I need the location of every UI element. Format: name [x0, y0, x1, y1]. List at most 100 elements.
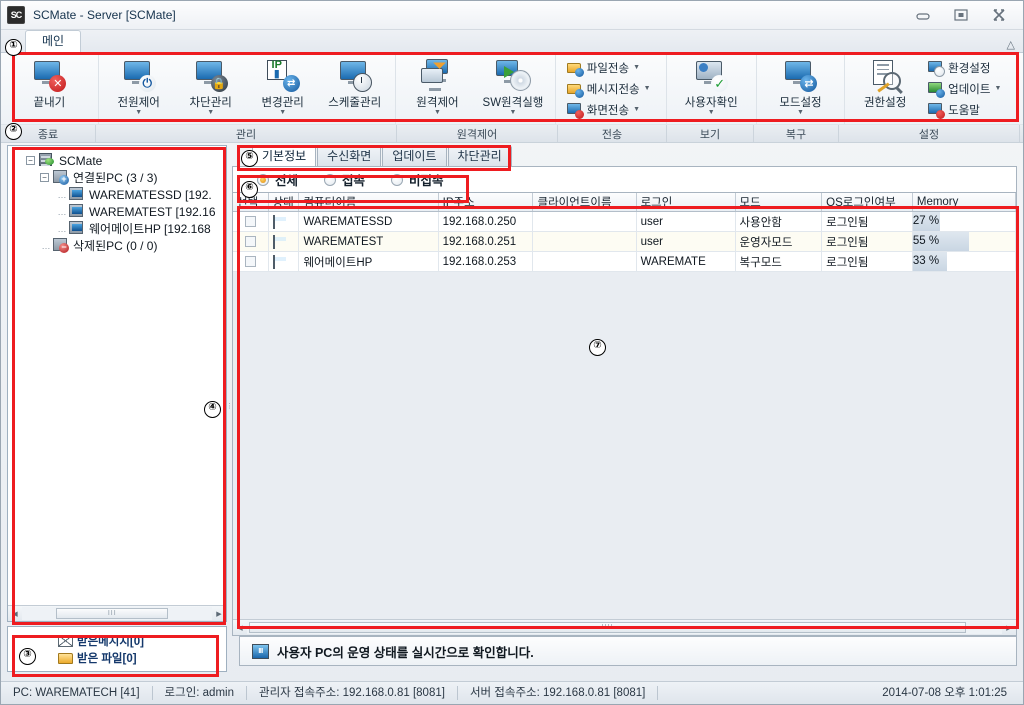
received-files-item[interactable]: 받은 파일[0] [58, 649, 226, 666]
row-select-cell[interactable] [233, 231, 269, 252]
message-panel: 받은메시지[0] 받은 파일[0] [7, 626, 227, 672]
scroll-right-icon[interactable]: ▶ [212, 607, 226, 620]
row-checkbox[interactable] [244, 256, 256, 267]
radio-all[interactable]: 전체 [257, 170, 298, 189]
tree-node-root[interactable]: − SCMate [12, 152, 222, 169]
tab-receive-screen[interactable]: 수신화면 [317, 146, 382, 166]
message-transfer-button[interactable]: 메시지전송 ▼ [564, 78, 654, 99]
col-state[interactable]: 상태 [268, 193, 300, 212]
pc-icon [68, 204, 85, 219]
tab-update[interactable]: 업데이트 [382, 146, 447, 166]
close-icon[interactable] [989, 5, 1009, 25]
scroll-thumb[interactable]: III [56, 608, 169, 619]
pc-tree: − SCMate − + 연결된PC (3 / 3) … WAREMATESSD… [8, 146, 226, 260]
chevron-down-icon[interactable]: ▼ [708, 109, 715, 116]
preferences-button[interactable]: 환경설정 [925, 57, 1004, 78]
power-control-button[interactable]: ⏻ 전원제어 ▼ [103, 53, 175, 124]
mode-setting-button[interactable]: ⇄ 모드설정 ▼ [764, 53, 836, 124]
chevron-down-icon[interactable]: ▼ [279, 109, 286, 116]
tree-node-pc-1[interactable]: … WAREMATESSD [192. [12, 186, 222, 203]
schedule-management-button[interactable]: 스케줄관리 [319, 53, 391, 124]
row-select-cell[interactable] [233, 211, 269, 232]
app-icon: SC [7, 6, 25, 24]
exit-button[interactable]: ✕ 끝내기 [13, 53, 85, 124]
scroll-thumb[interactable]: IIII [249, 622, 966, 633]
marker-7: ⑦ [589, 339, 606, 356]
row-computer-name: 웨어메이트HP [298, 251, 439, 272]
user-check-button[interactable]: ✓ 사용자확인 ▼ [675, 53, 747, 124]
ribbon-group-recovery: ⇄ 모드설정 ▼ [755, 53, 844, 124]
radio-disconnected[interactable]: 비접속 [391, 170, 444, 189]
table-row[interactable]: 웨어메이트HP 192.168.0.253 WAREMATE 복구모드 로그인됨… [233, 251, 1016, 272]
chevron-down-icon[interactable]: ▼ [633, 64, 640, 71]
block-management-button[interactable]: 🔒 차단관리 ▼ [175, 53, 247, 124]
row-select-cell[interactable] [233, 251, 269, 272]
tree-node-connected-pc[interactable]: − + 연결된PC (3 / 3) [12, 169, 222, 186]
tab-block-management[interactable]: 차단관리 [447, 146, 512, 166]
tree-expander-icon[interactable]: − [26, 156, 35, 165]
marker-1: ① [5, 39, 22, 56]
tree-node-pc-2[interactable]: … WAREMATEST [192.16 [12, 203, 222, 220]
radio-connected[interactable]: 접속 [324, 170, 365, 189]
received-files-label: 받은 파일[0] [77, 652, 137, 665]
tree-node-deleted-pc[interactable]: … − 삭제된PC (0 / 0) [12, 237, 222, 254]
main-content: − SCMate − + 연결된PC (3 / 3) … WAREMATESSD… [1, 140, 1023, 672]
col-login[interactable]: 로그인 [636, 193, 736, 212]
row-state-cell [268, 231, 300, 252]
tree-line-icon: … [57, 189, 67, 200]
tree-expander-icon[interactable]: − [40, 173, 49, 182]
chevron-down-icon[interactable]: ▼ [434, 109, 441, 116]
chevron-down-icon[interactable]: ▼ [510, 109, 517, 116]
scroll-right-icon[interactable]: ▶ [1002, 621, 1016, 634]
chevron-down-icon[interactable]: ▼ [994, 85, 1001, 92]
chevron-down-icon[interactable]: ▼ [207, 109, 214, 116]
update-button[interactable]: 업데이트 ▼ [925, 78, 1004, 99]
scroll-left-icon[interactable]: ◀ [8, 607, 22, 620]
pc-tree-panel[interactable]: − SCMate − + 연결된PC (3 / 3) … WAREMATESSD… [7, 145, 227, 622]
col-computer-name[interactable]: 컴퓨터이름 [298, 193, 439, 212]
col-os-login[interactable]: OS로그인여부 [821, 193, 913, 212]
ribbon-group-settings: 권한설정 환경설정 업데이트 ▼ 도움말 [844, 53, 1023, 124]
row-ip: 192.168.0.250 [438, 211, 534, 232]
sw-remote-run-button[interactable]: SW원격실행 ▼ [477, 53, 549, 124]
screen-transfer-button[interactable]: 화면전송 ▼ [564, 99, 654, 120]
status-bar: PC: WAREMATECH [41] 로그인: admin 관리자 접속주소:… [1, 681, 1023, 704]
col-client-name[interactable]: 클라이언트이름 [532, 193, 637, 212]
message-transfer-icon [566, 81, 584, 98]
tab-basic-info[interactable]: 기본정보 [252, 145, 317, 166]
radio-dot-icon[interactable] [391, 173, 404, 186]
col-mode[interactable]: 모드 [735, 193, 823, 212]
ribbon-tab-main[interactable]: 메인 [25, 30, 82, 52]
help-button[interactable]: 도움말 [925, 99, 1004, 120]
user-check-label: 사용자확인 [684, 97, 738, 109]
file-transfer-button[interactable]: 파일전송 ▼ [564, 57, 654, 78]
row-checkbox[interactable] [244, 236, 256, 247]
monitor-status-icon [272, 254, 275, 269]
col-memory[interactable]: Memory [912, 193, 1016, 212]
remote-control-button[interactable]: 원격제어 ▼ [401, 53, 473, 124]
scroll-track[interactable]: IIII [247, 621, 1002, 634]
update-icon [928, 81, 946, 98]
grid-horizontal-scrollbar[interactable]: ◀ IIII ▶ [233, 619, 1016, 635]
chevron-down-icon[interactable]: ▼ [135, 109, 142, 116]
received-messages-item[interactable]: 받은메시지[0] [58, 632, 226, 649]
change-management-button[interactable]: IP ▮ ⇄ 변경관리 ▼ [247, 53, 319, 124]
table-row[interactable]: WAREMATEST 192.168.0.251 user 운영자모드 로그인됨… [233, 231, 1016, 252]
row-checkbox[interactable] [244, 216, 256, 227]
scroll-left-icon[interactable]: ◀ [233, 621, 247, 634]
radio-dot-icon[interactable] [257, 173, 269, 186]
chevron-up-icon[interactable]: △ [1007, 38, 1015, 51]
chevron-down-icon[interactable]: ▼ [644, 85, 651, 92]
envelope-icon [58, 634, 73, 647]
scroll-track[interactable]: III [22, 607, 212, 620]
minimize-icon[interactable] [913, 5, 933, 25]
permission-setting-button[interactable]: 권한설정 [849, 53, 921, 124]
tree-horizontal-scrollbar[interactable]: ◀ III ▶ [8, 605, 226, 621]
chevron-down-icon[interactable]: ▼ [797, 109, 804, 116]
radio-dot-icon[interactable] [324, 173, 337, 186]
col-ip[interactable]: IP주소 [438, 193, 534, 212]
maximize-icon[interactable] [951, 5, 971, 25]
tree-node-pc-3[interactable]: … 웨어메이트HP [192.168 [12, 220, 222, 237]
chevron-down-icon[interactable]: ▼ [633, 106, 640, 113]
table-row[interactable]: WAREMATESSD 192.168.0.250 user 사용안함 로그인됨… [233, 211, 1016, 232]
